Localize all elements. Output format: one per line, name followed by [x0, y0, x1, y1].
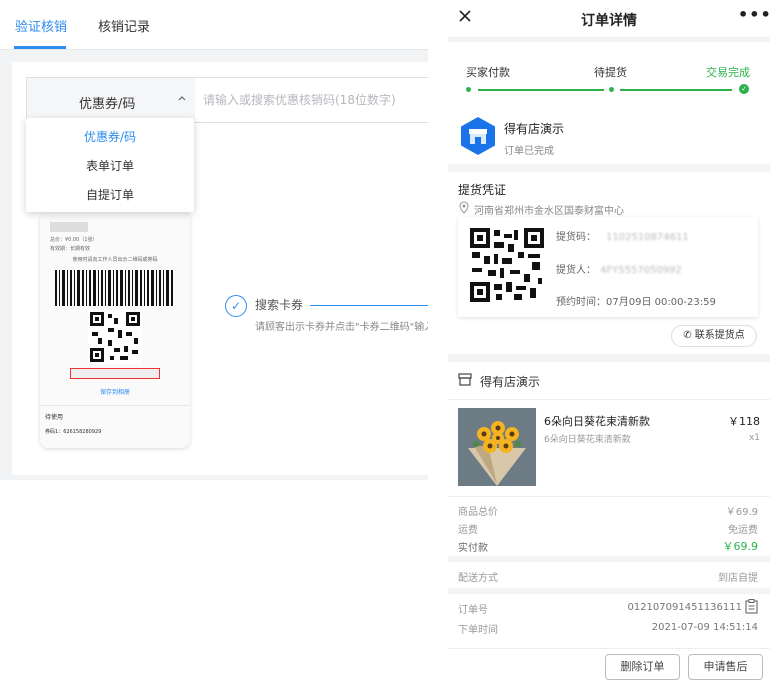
progress-dot [609, 87, 614, 92]
price-summary-section: 商品总价 ￥69.9 运费 免运费 实付款 ￥69.9 [448, 496, 770, 556]
blurred-code-box [70, 368, 160, 379]
pickup-code-value: 1102510874611 [606, 232, 689, 243]
check-icon: ✓ [739, 84, 749, 94]
pickup-title: 提货凭证 [458, 183, 507, 197]
store-icon [461, 117, 495, 155]
pickup-person-row: 提货人： 4FY5557050992 [556, 261, 682, 276]
divider [40, 405, 190, 406]
coupon-code-label: 券码1： [45, 429, 64, 435]
check-icon: ✓ [225, 295, 247, 317]
bottom-action-bar: 删除订单 申请售后 [448, 648, 770, 686]
progress-step-paid: 买家付款 [466, 66, 510, 79]
order-status-section: 买家付款 待提货 交易完成 ✓ 得有店演示 订单已完成 [448, 42, 770, 164]
phone-icon: ✆ [683, 330, 692, 341]
progress-step-pickup: 待提货 [594, 66, 627, 79]
step-title: 搜索卡券 [255, 298, 304, 312]
pickup-person-label: 提货人： [556, 265, 596, 276]
order-status-text: 订单已完成 [504, 146, 554, 157]
delete-order-button[interactable]: 删除订单 [605, 654, 680, 680]
pickup-voucher-section: 提货凭证 河南省郑州市金水区国泰财富中心 提货码： 1102510874611 … [448, 172, 770, 354]
summary-label-goods: 商品总价 [458, 507, 498, 518]
copy-icon[interactable] [745, 599, 758, 614]
contact-pickup-label: 联系提货点 [694, 330, 745, 341]
delivery-section: 配送方式 到店自提 [448, 562, 770, 588]
page-title: 订单详情 [581, 13, 637, 29]
order-time-label: 下单时间 [458, 625, 498, 636]
pickup-time-label: 预约时间： [556, 297, 606, 308]
summary-value-shipping: 免运费 [728, 525, 758, 536]
active-tab-indicator [14, 46, 66, 49]
progress-step-done: 交易完成 [706, 66, 750, 79]
tab-records[interactable]: 核销记录 [98, 16, 150, 35]
pickup-code-row: 提货码： 1102510874611 [556, 228, 689, 243]
step-description: 请顾客出示卡券并点击"卡券二维码"输入 [255, 322, 428, 333]
order-number-label: 订单号 [458, 605, 488, 616]
order-detail-screen: 订单详情 ••• 买家付款 待提货 交易完成 ✓ 得有店演示 订单已完成 提货凭… [448, 0, 770, 686]
delivery-label: 配送方式 [458, 573, 498, 584]
type-select-value: 优惠券/码 [79, 97, 136, 112]
chevron-up-icon [177, 93, 187, 106]
product-section: 得有店演示 6朵向日葵花束清新款 6朵向日葵花束清新款 ￥118 x1 [448, 362, 770, 496]
summary-value-paid: ￥69.9 [722, 540, 759, 553]
header: 订单详情 ••• [448, 0, 770, 38]
contact-pickup-button[interactable]: ✆ 联系提货点 [671, 325, 757, 347]
dropdown-item-pickup-order[interactable]: 自提订单 [26, 186, 194, 203]
product-name[interactable]: 6朵向日葵花束清新款 [544, 413, 650, 429]
type-dropdown-menu: 优惠券/码 表单订单 自提订单 [26, 118, 194, 212]
blurred-title [50, 222, 88, 232]
pickup-time-value: 07月09日 00:00-23:59 [606, 297, 716, 308]
coupon-preview: 总价：¥0.00（1张） 有效期：长期有效 使用时请向工作人员出示二维码或券码 [40, 212, 190, 448]
progress-line [620, 89, 732, 91]
pickup-qr-code [468, 226, 546, 304]
tab-bar: 验证核销 核销记录 [0, 0, 428, 50]
shop-icon [458, 373, 472, 386]
order-time-value: 2021-07-09 14:51:14 [651, 622, 758, 633]
summary-label-shipping: 运费 [458, 525, 478, 536]
coupon-code-row: 券码1：626158280929 [45, 428, 101, 435]
type-select[interactable]: 优惠券/码 [26, 77, 196, 123]
product-image[interactable] [458, 408, 536, 486]
progress-dot [466, 87, 471, 92]
order-number-value: 012107091451136111 [627, 602, 742, 613]
delivery-value: 到店自提 [718, 573, 758, 584]
step-connector [310, 305, 428, 306]
pickup-code-label: 提货码： [556, 232, 596, 243]
summary-label-paid: 实付款 [458, 543, 488, 554]
preview-validity: 有效期：长期有效 [50, 246, 91, 252]
location-icon [459, 201, 469, 214]
tab-verify[interactable]: 验证核销 [15, 16, 67, 35]
dropdown-item-coupon[interactable]: 优惠券/码 [26, 128, 194, 145]
panel-gap [428, 0, 448, 686]
preview-price: 总价：¥0.00（1张） [50, 237, 98, 243]
more-icon[interactable]: ••• [738, 5, 770, 24]
verification-panel: 验证核销 核销记录 优惠券/码 总价：¥0.00（1张） 有效期：长期有效 使用… [0, 0, 435, 686]
pickup-address: 河南省郑州市金水区国泰财富中心 [474, 206, 624, 217]
shop-name: 得有店演示 [480, 375, 541, 389]
pickup-time-row: 预约时间：07月09日 00:00-23:59 [556, 293, 716, 308]
save-to-album-link[interactable]: 保存到相册 [40, 387, 190, 396]
summary-value-goods: ￥69.9 [725, 507, 758, 518]
qr-code-image [88, 310, 142, 364]
divider [448, 496, 770, 497]
divider [448, 399, 770, 400]
progress-line [478, 89, 604, 91]
search-input[interactable] [195, 78, 425, 122]
pickup-person-value: 4FY5557050992 [600, 265, 682, 276]
product-qty: x1 [748, 433, 760, 443]
preview-instruction: 使用时请向工作人员出示二维码或券码 [72, 257, 158, 263]
coupon-code-value: 626158280929 [63, 429, 102, 435]
product-spec: 6朵向日葵花束清新款 [544, 435, 631, 445]
product-price: ￥118 [728, 415, 760, 428]
store-name: 得有店演示 [504, 122, 565, 136]
after-sale-button[interactable]: 申请售后 [688, 654, 763, 680]
barcode-image [55, 270, 173, 306]
dropdown-item-form-order[interactable]: 表单订单 [26, 157, 194, 174]
search-input-wrap [195, 77, 435, 123]
coupon-status: 待使用 [45, 414, 64, 421]
